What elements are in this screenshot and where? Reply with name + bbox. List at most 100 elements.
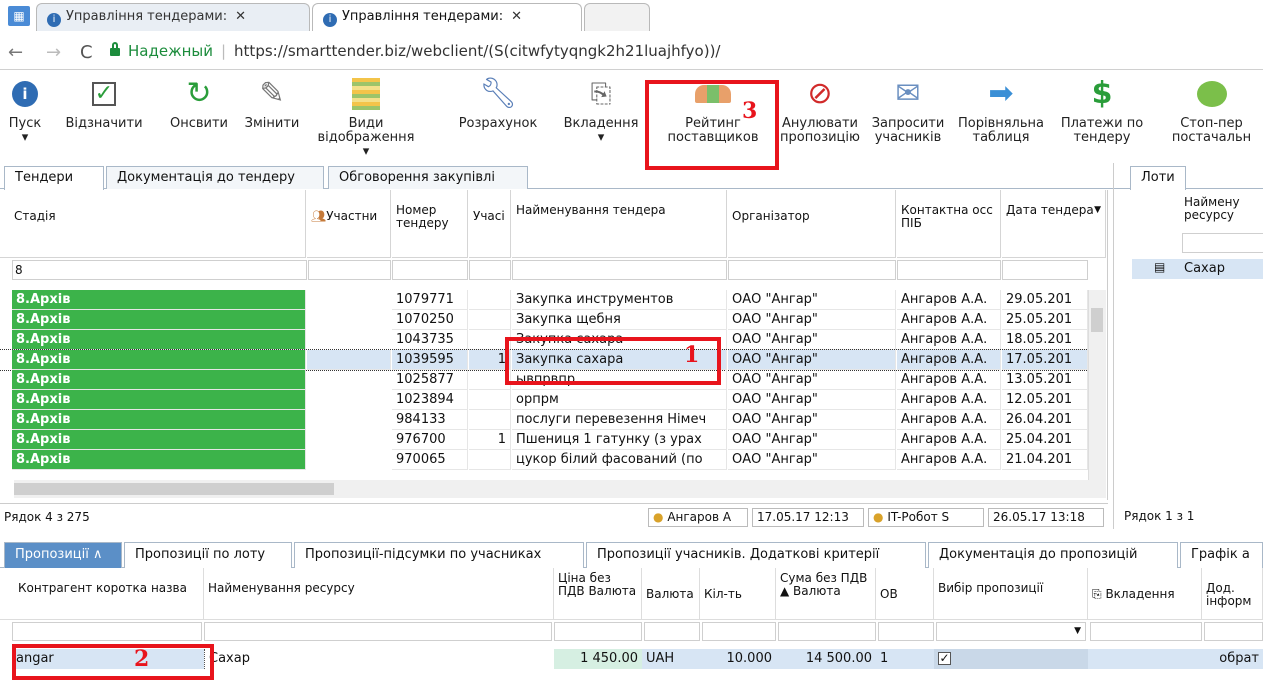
close-tab-icon[interactable]: ✕ (511, 9, 522, 24)
reload-icon[interactable]: C (80, 42, 93, 63)
browser-tab-2[interactable]: i Управління тендерами: ✕ (312, 3, 582, 31)
column-header-name[interactable]: Найменування тендера (512, 190, 727, 258)
tab-proposals[interactable]: Пропозиції ∧ (4, 542, 122, 568)
filter-contact[interactable] (897, 260, 1001, 280)
tab-proposal-docs[interactable]: Документація до пропозицій (928, 542, 1178, 568)
mark-button[interactable]: ✓ Відзначити (60, 71, 148, 159)
filter-organizer[interactable] (728, 260, 896, 280)
filter-ov[interactable] (878, 622, 934, 641)
cell-qty[interactable]: 10.000 (700, 649, 776, 669)
cell-resource[interactable]: Сахар (204, 649, 554, 669)
cell-choice[interactable]: ✓ (934, 649, 1088, 669)
filter-name[interactable] (512, 260, 727, 280)
highlight-box-3 (645, 80, 779, 170)
forward-arrow-icon[interactable]: → (46, 42, 61, 63)
back-arrow-icon[interactable]: ← (8, 42, 23, 63)
cancel-proposal-button[interactable]: ⊘ Анулювати пропозицію (780, 71, 860, 159)
paperclip-icon: ⎘ (1092, 587, 1102, 601)
column-header-currency[interactable]: Валюта (642, 568, 700, 620)
cell-extra[interactable]: обрат (1202, 649, 1263, 669)
lot-row[interactable]: Сахар (1132, 259, 1263, 279)
apps-grid-icon[interactable]: ▦ (8, 6, 30, 26)
table-row[interactable]: 8.Архів 1079771 Закупка инструментов ОАО… (0, 290, 1090, 310)
filter-currency[interactable] (644, 622, 700, 641)
edit-button[interactable]: ✎ Змінити (240, 71, 304, 159)
column-header-extra[interactable]: Дод. інформ (1202, 568, 1263, 620)
column-header-stage[interactable]: Стадія (0, 190, 306, 258)
filter-extra[interactable] (1204, 622, 1263, 641)
filter-counterparty[interactable] (12, 622, 202, 641)
column-header-choice[interactable]: Вибір пропозиції (934, 568, 1088, 620)
calculation-button[interactable]: 🔧︎ Розрахунок (452, 71, 544, 159)
cell-currency[interactable]: UAH (642, 649, 700, 669)
tab-discussion[interactable]: Обговорення закупівлі (328, 166, 528, 189)
tab-proposals-summary[interactable]: Пропозиції-підсумки по учасниках (294, 542, 584, 568)
filter-sum[interactable] (778, 622, 876, 641)
browser-tab-1[interactable]: i Управління тендерами: ✕ (36, 3, 310, 31)
tab-tender-docs[interactable]: Документація до тендеру (106, 166, 324, 189)
group-icon (1160, 71, 1263, 117)
invite-participants-button[interactable]: ✉ Запросити учасників (866, 71, 950, 159)
proposals-tabs: Пропозиції ∧ Пропозиції по лоту Пропозиц… (0, 540, 1263, 568)
column-header-participants[interactable]: 👥︎Участни (307, 190, 391, 258)
filter-date[interactable] (1002, 260, 1088, 280)
column-header-resource[interactable]: Наймену ресурсу (1184, 196, 1263, 222)
compare-table-button[interactable]: ➡ Порівняльна таблиця (956, 71, 1046, 159)
cell-ov[interactable]: 1 (876, 649, 934, 669)
new-tab-button[interactable] (584, 3, 650, 31)
refresh-button[interactable]: ↻ Онсвити (160, 71, 238, 159)
cell-sum[interactable]: 14 500.00 (776, 649, 876, 669)
filter-price[interactable] (554, 622, 642, 641)
filter-uch[interactable] (469, 260, 511, 280)
column-header-organizer[interactable]: Організатор (728, 190, 896, 258)
column-menu-icon[interactable]: ▼ (1094, 204, 1101, 217)
column-header-number[interactable]: Номер тендеру (392, 190, 468, 258)
checkbox-checked-icon[interactable]: ✓ (938, 652, 951, 665)
table-row[interactable]: 8.Архів 984133 послуги перевезення Німеч… (0, 410, 1090, 430)
cell-price[interactable]: 1 450.00 (554, 649, 642, 669)
column-header-uch[interactable]: Учасі (469, 190, 511, 258)
dollar-icon: $ (1091, 76, 1113, 111)
tab-proposals-by-lot[interactable]: Пропозиції по лоту (124, 542, 292, 568)
dropdown-arrow-icon[interactable]: ▼ (1070, 623, 1085, 639)
close-tab-icon[interactable]: ✕ (235, 9, 246, 24)
table-row[interactable]: 8.Архів 1023894 орпрм ОАО "Ангар" Ангаро… (0, 390, 1090, 410)
cancel-icon: ⊘ (807, 76, 833, 111)
tab-tenders[interactable]: Тендери (4, 166, 104, 190)
filter-qty[interactable] (702, 622, 776, 641)
start-button[interactable]: i Пуск ▾ (0, 71, 50, 159)
tab-lots[interactable]: Лоти (1130, 166, 1186, 190)
annotation-2: 2 (134, 646, 150, 672)
views-button[interactable]: Види відображення ▾ (314, 71, 418, 159)
filter-resource[interactable] (1182, 233, 1263, 253)
column-header-price[interactable]: Ціна без ПДВ Валюта (554, 568, 642, 620)
table-row[interactable]: 8.Архів 976700 1 Пшениця 1 гатунку (з ур… (0, 430, 1090, 450)
column-header-resource[interactable]: Найменування ресурсу (204, 568, 554, 620)
cell-attachments[interactable] (1088, 649, 1202, 669)
filter-attachments[interactable] (1090, 622, 1202, 641)
payments-button[interactable]: $ Платежи по тендеру (1056, 71, 1148, 159)
tab-extra-criteria[interactable]: Пропозиції учасників. Додаткові критерії (586, 542, 926, 568)
column-header-date[interactable]: Дата тендера ▼ (1002, 190, 1106, 258)
tab-schedule[interactable]: Графік а (1180, 542, 1263, 568)
address-bar: ← → C Надежный | https://smarttender.biz/w… (0, 34, 1263, 70)
filter-participants[interactable] (308, 260, 391, 280)
column-header-counterparty[interactable]: Контрагент коротка назва (0, 568, 204, 620)
table-row[interactable]: 8.Архів 1070250 Закупка щебня ОАО "Ангар… (0, 310, 1090, 330)
filter-number[interactable] (392, 260, 468, 280)
column-header-qty[interactable]: Кіл-ть (700, 568, 776, 620)
table-row[interactable]: 8.Архів 970065 цукор білий фасований (по… (0, 450, 1090, 470)
grid-vertical-scroll-thumb[interactable] (1091, 308, 1103, 332)
attachments-button[interactable]: ⎘ Вкладення ▾ (556, 71, 646, 159)
filter-resource-bottom[interactable] (204, 622, 552, 641)
column-header-contact[interactable]: Контактна осс ПІБ (897, 190, 1001, 258)
column-header-sum[interactable]: Сума без ПДВ ▲ Валюта (776, 568, 876, 620)
url-field[interactable]: Надежный | https://smarttender.biz/webclie… (110, 39, 1250, 65)
dropdown-arrow-icon: ▾ (21, 130, 29, 145)
grid-horizontal-scroll-thumb[interactable] (14, 483, 334, 495)
stop-supplier-button[interactable]: Стоп-пер постачальн (1160, 71, 1263, 159)
filter-stage[interactable]: 8 (12, 260, 307, 280)
filter-choice[interactable]: ▼ (936, 622, 1086, 641)
column-header-ov[interactable]: ОВ (876, 568, 934, 620)
column-header-attachments[interactable]: ⎘ Вкладення (1088, 568, 1202, 620)
